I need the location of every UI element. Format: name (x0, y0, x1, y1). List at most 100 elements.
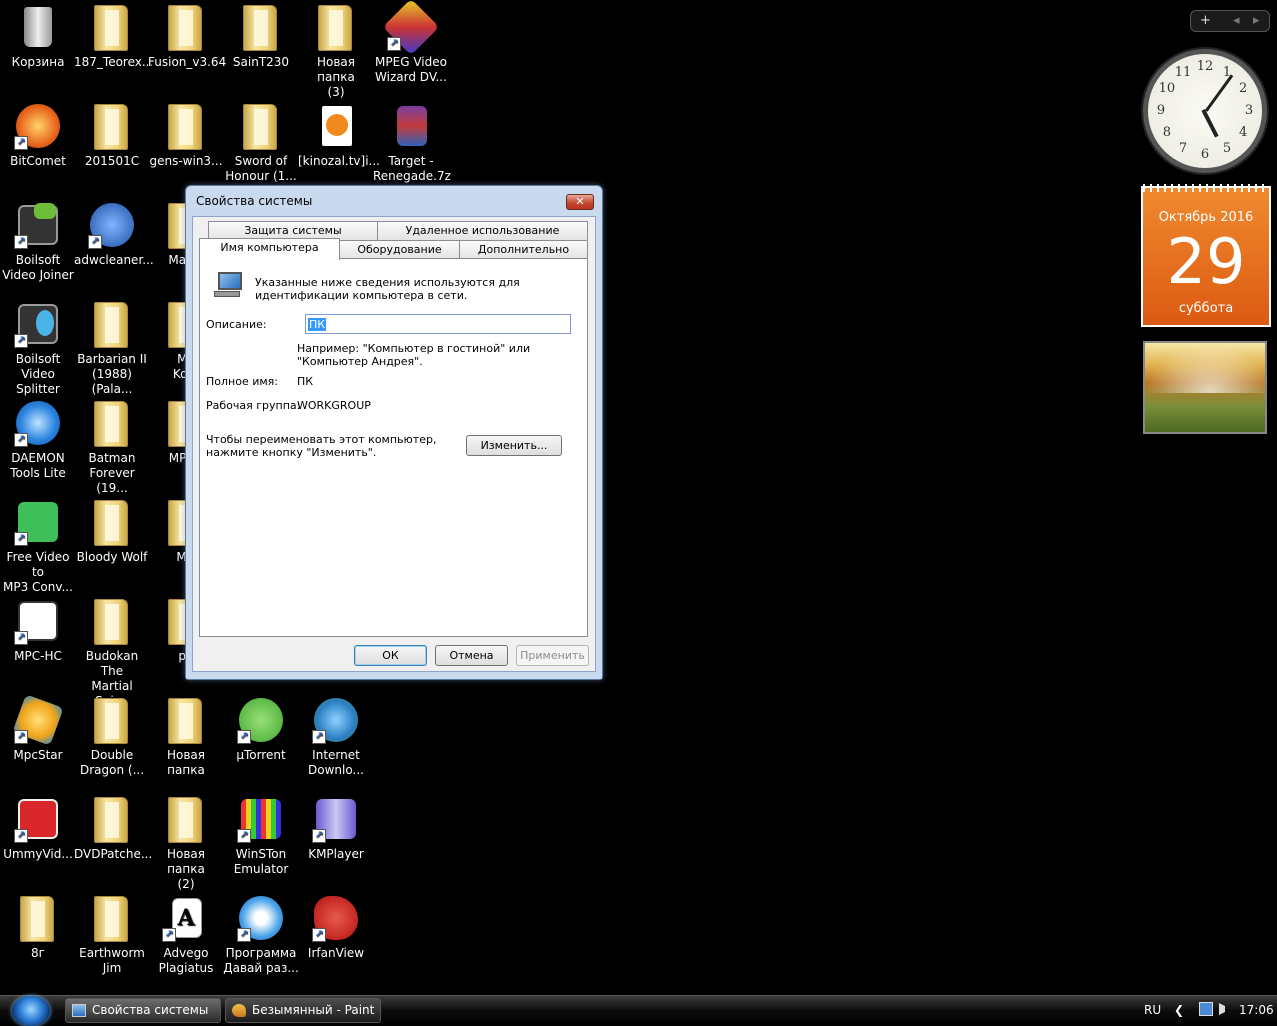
computer-icon (214, 272, 244, 298)
folder-icon (88, 795, 136, 843)
desktop-icon[interactable]: DVDPatche... (74, 795, 153, 862)
prev-icon[interactable]: ◂ (1233, 13, 1240, 28)
irfanview-icon: ↗ (312, 894, 360, 942)
desktop-icon[interactable]: [kinozal.tv]i... (298, 102, 380, 169)
clock-time[interactable]: 17:06 (1239, 1003, 1274, 1017)
clock-number: 7 (1178, 141, 1188, 157)
desktop-icon[interactable]: Earthworm Jim (74, 894, 150, 976)
desktop-icon[interactable]: Новая папка (3) (298, 3, 374, 100)
dialog-client: Защита системы Удаленное использование И… (192, 216, 596, 672)
folder-icon (88, 894, 136, 942)
shortcut-arrow-icon: ↗ (14, 532, 28, 546)
adwcleaner-icon: ↗ (88, 201, 136, 249)
clock-number: 3 (1244, 103, 1254, 118)
desktop-icon-label: gens-win3... (149, 154, 223, 168)
desktop-icon[interactable]: Sword of Honour (1... (223, 102, 299, 184)
desktop-icon[interactable]: ↗ Boilsoft Video Splitter (0, 300, 76, 397)
archive-icon (387, 102, 435, 150)
apply-button[interactable]: Применить (516, 645, 589, 666)
dialog-title: Свойства системы (196, 194, 313, 208)
fullname-label: Полное имя: (206, 375, 278, 388)
desktop-icon-label: Double Dragon (... (79, 748, 145, 777)
desktop-icon[interactable]: ↗ BitComet (0, 102, 76, 169)
change-button[interactable]: Изменить... (466, 435, 562, 456)
desktop-icon-label: Earthworm Jim (79, 946, 145, 975)
desktop-icon-label: Новая папка (166, 748, 205, 777)
example-text: Например: "Компьютер в гостиной" или "Ко… (297, 342, 531, 368)
desktop-icon[interactable]: ↗ Программа Давай раз... (223, 894, 299, 976)
description-field[interactable]: ПК (305, 314, 571, 334)
folder-icon (312, 3, 360, 51)
desktop-icon[interactable]: ↗ Internet Downlo... (298, 696, 374, 778)
network-icon[interactable] (1199, 1002, 1213, 1016)
shortcut-arrow-icon: ↗ (237, 928, 251, 942)
desktop-icon-label: Target - Renegade.7z (373, 154, 451, 183)
volume-icon[interactable] (1219, 1003, 1231, 1015)
desktop-icon[interactable]: Новая папка (148, 696, 224, 778)
desktop-icon[interactable]: Bloody Wolf (74, 498, 150, 565)
tab-remote[interactable]: Удаленное использование (377, 221, 588, 240)
paint-icon (232, 1004, 246, 1017)
desktop-icon[interactable]: ↗ KMPlayer (298, 795, 374, 862)
desktop-icon[interactable]: ↗ MPC-HC (0, 597, 76, 664)
tab-hardware[interactable]: Оборудование (339, 240, 460, 259)
desktop-icon-label: MPEG Video Wizard DV... (375, 55, 447, 84)
cancel-button[interactable]: Отмена (435, 645, 508, 666)
desktop-icon[interactable]: ↗ MPEG Video Wizard DV... (373, 0, 449, 85)
desktop-icon[interactable]: Budokan The Martial Spir... (74, 597, 150, 709)
tab-computer-name[interactable]: Имя компьютера (199, 238, 340, 260)
desktop-icon[interactable]: ↗ µTorrent (223, 696, 299, 763)
desktop-icon[interactable]: Double Dragon (... (74, 696, 150, 778)
desktop-icon[interactable]: ↗ Boilsoft Video Joiner (0, 201, 76, 283)
desktop-icon[interactable]: ↗ MpcStar (0, 694, 76, 763)
desktop-icon[interactable]: ↗ IrfanView (298, 894, 374, 961)
desktop-icon[interactable]: 201501C (74, 102, 150, 169)
desktop-icon[interactable]: Batman Forever (19... (74, 399, 150, 496)
taskbar-item-label: Безымянный - Paint (252, 1003, 375, 1017)
desktop-icon-label: adwcleaner... (74, 253, 154, 267)
description-value: ПК (308, 318, 327, 331)
folder-icon (237, 102, 285, 150)
mpc-hc-icon: ↗ (14, 597, 62, 645)
desktop-icon-label: Корзина (11, 55, 65, 69)
desktop-icon[interactable]: 8г (0, 894, 76, 961)
desktop-icon[interactable]: ↗ Free Video to MP3 Conv... (0, 498, 76, 595)
desktop-icon[interactable]: Новая папка (2) (148, 795, 224, 892)
desktop-icon[interactable]: 187_Teorex... (74, 3, 153, 70)
language-indicator[interactable]: RU (1144, 1003, 1161, 1017)
shortcut-arrow-icon: ↗ (162, 928, 176, 942)
start-button[interactable] (12, 996, 50, 1026)
slideshow-gadget[interactable] (1143, 341, 1267, 434)
desktop-icon[interactable]: ↗ UmmyVid... (0, 795, 76, 862)
taskbar-item-system-properties[interactable]: Свойства системы (65, 998, 221, 1023)
desktop-icon[interactable]: Target - Renegade.7z (373, 102, 451, 184)
clock-gadget[interactable]: 12 1 2 3 4 5 6 7 8 9 10 11 (1143, 49, 1267, 173)
desktop-icon-label: MPC-HC (14, 649, 62, 663)
desktop-icon[interactable]: Корзина (0, 3, 76, 70)
dialog-titlebar[interactable]: Свойства системы ✕ (186, 186, 602, 216)
desktop-icon[interactable]: ↗ adwcleaner... (74, 201, 154, 268)
desktop-icon[interactable]: ↗ WinSTon Emulator (223, 795, 299, 877)
desktop-icon-label: DVDPatche... (74, 847, 153, 861)
desktop-icon[interactable]: SainT230 (223, 3, 299, 70)
tab-advanced[interactable]: Дополнительно (459, 240, 588, 259)
ok-button[interactable]: ОК (354, 645, 427, 666)
desktop-icon[interactable]: Fusion_v3.64 (148, 3, 226, 70)
next-icon[interactable]: ▸ (1253, 13, 1260, 28)
taskbar-item-paint[interactable]: Безымянный - Paint (225, 998, 381, 1023)
calendar-gadget[interactable]: Октябрь 2016 29 суббота (1141, 184, 1271, 327)
tray-expand-icon[interactable]: ❮ (1174, 1003, 1184, 1017)
desktop-icon-label: KMPlayer (308, 847, 364, 861)
calendar-day: 29 (1166, 225, 1246, 298)
desktop-icon[interactable]: gens-win3... (148, 102, 224, 169)
desktop-icon[interactable]: Barbarian II (1988)(Pala... (74, 300, 150, 397)
recycle-bin-icon (14, 3, 62, 51)
desktop-icon[interactable]: ↗ DAEMON Tools Lite (0, 399, 76, 481)
desktop-icon-label: 8г (31, 946, 45, 960)
torrent-file-icon (312, 102, 360, 150)
shortcut-arrow-icon: ↗ (237, 730, 251, 744)
desktop-icon[interactable]: A ↗ Advego Plagiatus (148, 894, 224, 976)
desktop-icon-label: Программа Давай раз... (223, 946, 299, 975)
add-gadget-icon[interactable]: + (1200, 13, 1211, 28)
close-button[interactable]: ✕ (566, 194, 594, 210)
